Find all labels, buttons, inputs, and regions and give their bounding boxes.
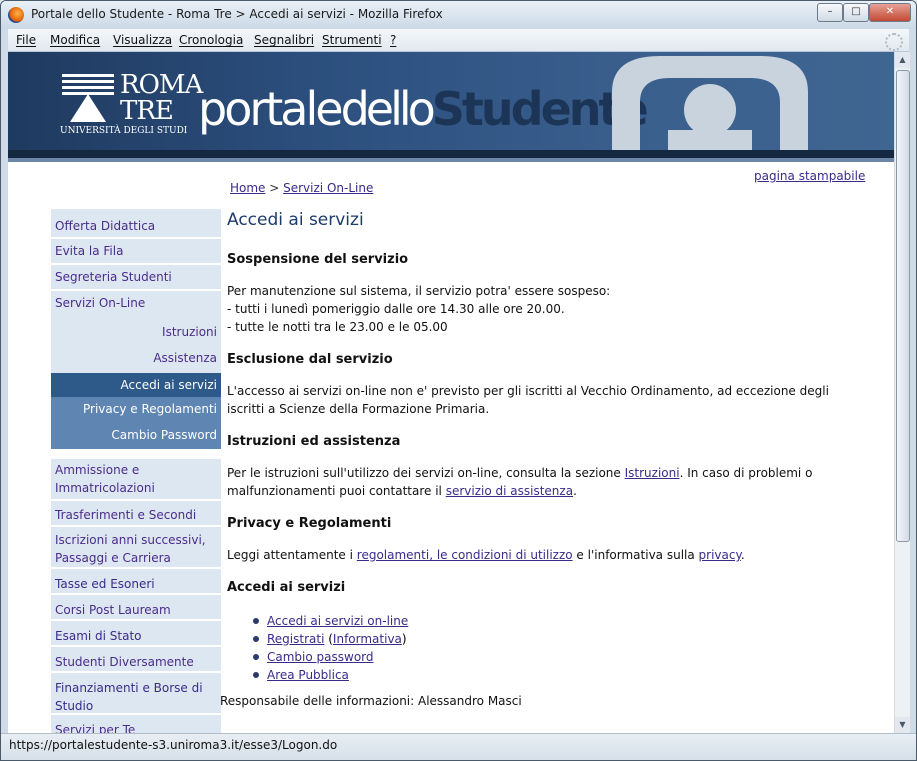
section-title-privacy: Privacy e Regolamenti — [227, 516, 392, 531]
section-title-accedi: Accedi ai servizi — [227, 580, 346, 595]
registrati-link[interactable]: Registrati — [267, 632, 324, 646]
sidebar-item-istruzioni[interactable]: Istruzioni — [51, 315, 221, 341]
sidebar-item-offerta[interactable]: Offerta Didattica — [51, 209, 221, 237]
sidebar-item-privacy[interactable]: Privacy e Regolamenti — [51, 397, 221, 421]
section-title-sospensione: Sospensione del servizio — [227, 252, 409, 267]
paragraph-esclusione: L'accesso ai servizi on-line non e' prev… — [227, 384, 829, 416]
access-links-list: Accedi ai servizi on-line Registrati (In… — [252, 612, 408, 684]
sidebar-item-accedi[interactable]: Accedi ai servizi — [51, 373, 221, 397]
istruzioni-link[interactable]: Istruzioni — [625, 466, 680, 480]
status-bar: https://portalestudente-s3.uniroma3.it/e… — [1, 733, 916, 760]
roma-tre-logo-icon — [62, 74, 114, 122]
paragraph-istruzioni: Per le istruzioni sull'utilizzo dei serv… — [227, 464, 847, 500]
paren-open: ( — [324, 632, 333, 646]
sidebar-divider — [51, 449, 221, 459]
banner-stripe-light — [8, 158, 894, 162]
assistenza-link[interactable]: servizio di assistenza — [446, 484, 573, 498]
paragraph-privacy: Leggi attentamente i regolamenti, le con… — [227, 546, 847, 564]
istruzioni-text-a: Per le istruzioni sull'utilizzo dei serv… — [227, 466, 625, 480]
breadcrumb-separator: > — [265, 181, 284, 195]
sidebar-item-servizi[interactable]: Servizi On-Line — [51, 291, 221, 315]
arch-decoration-icon — [612, 56, 808, 150]
window-title: Portale dello Studente - Roma Tre > Acce… — [31, 7, 443, 21]
title-bar: Portale dello Studente - Roma Tre > Acce… — [1, 1, 916, 29]
browser-window: Portale dello Studente - Roma Tre > Acce… — [0, 0, 917, 761]
menu-help[interactable]: ? — [390, 33, 396, 47]
list-item: Registrati (Informativa) — [252, 630, 408, 648]
vertical-scrollbar[interactable]: ▲ ▼ — [894, 52, 910, 733]
site-banner: ROMA TRE UNIVERSITÀ DEGLI STUDI portaled… — [8, 52, 894, 162]
paren-close: ) — [401, 632, 407, 646]
page-title: Accedi ai servizi — [227, 210, 364, 230]
sidebar-item-evita[interactable]: Evita la Fila — [51, 239, 221, 263]
scroll-down-icon[interactable]: ▼ — [895, 717, 910, 733]
regolamenti-link[interactable]: regolamenti, le condizioni di utilizzo — [357, 548, 573, 562]
page-viewport: ROMA TRE UNIVERSITÀ DEGLI STUDI portaled… — [8, 52, 894, 733]
sidebar-item-iscrizioni[interactable]: Iscrizioni anni successivi, Passaggi e C… — [51, 527, 221, 567]
list-item: Accedi ai servizi on-line — [252, 612, 408, 630]
sidebar-item-finanziamenti[interactable]: Finanziamenti e Borse di Studio — [51, 673, 221, 713]
menu-cronologia[interactable]: Cronologia — [179, 33, 243, 47]
sidebar-item-ammissione[interactable]: Ammissione e Immatricolazioni — [51, 459, 221, 499]
print-page-link[interactable]: pagina stampabile — [754, 169, 865, 183]
portal-title-part1: portale — [198, 82, 344, 136]
breadcrumb: Home > Servizi On-Line — [230, 181, 373, 195]
informativa-link[interactable]: Informativa — [333, 632, 402, 646]
istruzioni-text-c: . — [573, 484, 577, 498]
firefox-icon — [8, 7, 24, 23]
privacy-link[interactable]: privacy — [699, 548, 741, 562]
cambio-password-link[interactable]: Cambio password — [267, 650, 374, 664]
portal-title-part2: dello — [340, 82, 436, 136]
section-title-esclusione: Esclusione dal servizio — [227, 352, 393, 367]
section-title-istruzioni: Istruzioni ed assistenza — [227, 434, 401, 449]
menu-strumenti[interactable]: Strumenti — [322, 33, 382, 47]
minimize-button[interactable]: – — [817, 3, 843, 22]
paragraph-sospensione-2: - tutti i lunedì pomeriggio dalle ore 14… — [227, 302, 565, 316]
paragraph-sospensione-1: Per manutenzione sul sistema, il servizi… — [227, 284, 611, 298]
privacy-text-a: Leggi attentamente i — [227, 548, 357, 562]
activity-throbber-icon — [885, 33, 903, 51]
sidebar-item-trasferimenti[interactable]: Trasferimenti e Secondi Titoli — [51, 501, 221, 550]
sidebar-item-corsi[interactable]: Corsi Post Lauream — [51, 595, 221, 619]
portal-title: portaledelloStudente — [198, 82, 649, 136]
sidebar-item-esami[interactable]: Esami di Stato — [51, 621, 221, 645]
menu-visualizza[interactable]: Visualizza — [113, 33, 172, 47]
logo-university: UNIVERSITÀ DEGLI STUDI — [60, 126, 188, 136]
sidebar-item-servizi-per-te[interactable]: Servizi per Te — [51, 715, 221, 733]
sidebar-item-assistenza[interactable]: Assistenza — [51, 341, 221, 367]
scroll-up-icon[interactable]: ▲ — [895, 52, 910, 68]
breadcrumb-home[interactable]: Home — [230, 181, 265, 195]
menu-file[interactable]: File — [16, 33, 36, 47]
area-pubblica-link[interactable]: Area Pubblica — [267, 668, 349, 682]
logo-tre: TRE — [120, 96, 174, 126]
responsabile-info: Responsabile delle informazioni: Alessan… — [220, 694, 522, 708]
privacy-text-c: . — [740, 548, 745, 562]
breadcrumb-servizi[interactable]: Servizi On-Line — [283, 181, 373, 195]
scrollbar-thumb[interactable] — [896, 70, 910, 542]
close-button[interactable]: ✕ — [869, 3, 911, 22]
sidebar-item-tasse[interactable]: Tasse ed Esoneri — [51, 569, 221, 593]
paragraph-sospensione-3: - tutte le notti tra le 23.00 e le 05.00 — [227, 320, 448, 334]
menu-modifica[interactable]: Modifica — [50, 33, 100, 47]
status-url: https://portalestudente-s3.uniroma3.it/e… — [9, 738, 338, 752]
sidebar-item-studenti[interactable]: Studenti Diversamente Abili — [51, 647, 221, 699]
accedi-online-link[interactable]: Accedi ai servizi on-line — [267, 614, 408, 628]
menu-bar: File Modifica Visualizza Cronologia Segn… — [8, 29, 909, 52]
sidebar-item-cambio-password[interactable]: Cambio Password — [51, 421, 221, 449]
maximize-button[interactable]: □ — [843, 3, 869, 22]
sidebar-item-segreteria[interactable]: Segreteria Studenti — [51, 265, 221, 289]
menu-segnalibri[interactable]: Segnalibri — [254, 33, 314, 47]
privacy-text-b: e l'informativa sulla — [572, 548, 699, 562]
list-item: Cambio password — [252, 648, 408, 666]
list-item: Area Pubblica — [252, 666, 408, 684]
